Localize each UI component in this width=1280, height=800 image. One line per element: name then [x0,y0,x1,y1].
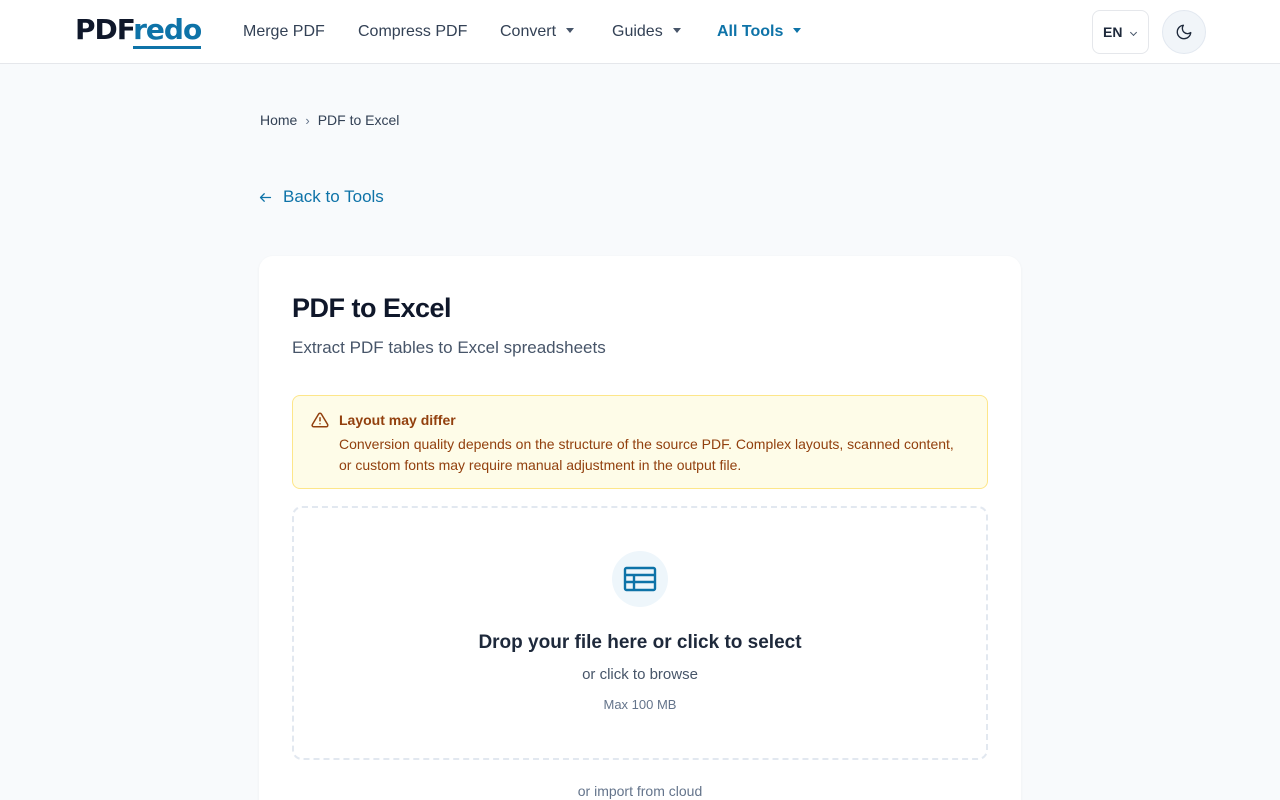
breadcrumb-home-link[interactable]: Home [260,112,297,128]
breadcrumb: Home › PDF to Excel [260,110,399,131]
caret-down-icon [566,28,575,34]
logo[interactable]: PDFredo [75,12,202,52]
upload-icon-container [612,551,668,607]
caret-down-icon [793,28,802,34]
back-to-tools-link[interactable]: Back to Tools [258,185,384,209]
nav-merge-pdf[interactable]: Merge PDF [243,20,325,44]
nav-convert-label: Convert [500,23,557,40]
cloud-import-label: or import from cloud [577,783,703,799]
layout-warning: Layout may differ Conversion quality dep… [292,395,988,489]
nav-compress-pdf[interactable]: Compress PDF [358,20,467,44]
spreadsheet-icon [623,566,657,592]
site-header: PDFredo Merge PDF Compress PDF Convert G… [0,0,1280,64]
warning-text: Conversion quality depends on the struct… [339,436,954,473]
moon-icon [1176,24,1192,40]
language-label: EN [1103,24,1123,40]
file-dropzone[interactable]: Drop your file here or click to select o… [292,506,988,760]
nav-all-tools-label: All Tools [717,23,784,40]
nav-merge-label: Merge PDF [243,23,325,40]
warning-title: Layout may differ [339,412,456,428]
caret-down-icon [672,28,681,34]
chevron-right-icon: › [305,113,310,128]
back-link-label: Back to Tools [283,187,384,206]
arrow-left-icon [259,192,272,202]
dropzone-max-size: Max 100 MB [603,697,677,712]
nav-compress-label: Compress PDF [358,23,468,40]
nav-guides-dropdown[interactable]: Guides [612,20,681,44]
logo-text-pdf: PDF [75,13,134,46]
warning-triangle-icon [311,412,329,428]
dropzone-title: Drop your file here or click to select [478,632,802,653]
tool-card: PDF to Excel Extract PDF tables to Excel… [259,256,1021,800]
language-selector[interactable]: EN [1092,10,1149,54]
nav-guides-label: Guides [612,23,663,40]
page-subtitle: Extract PDF tables to Excel spreadsheets [292,338,606,357]
page-title: PDF to Excel [292,293,452,323]
dropzone-subtitle: or click to browse [582,666,698,683]
theme-toggle-button[interactable] [1162,10,1206,54]
chevron-down-icon [1129,28,1138,37]
nav-all-tools-dropdown[interactable]: All Tools [717,20,802,44]
logo-text-redo: redo [133,13,202,49]
breadcrumb-current: PDF to Excel [317,112,400,128]
nav-convert-dropdown[interactable]: Convert [500,20,575,44]
